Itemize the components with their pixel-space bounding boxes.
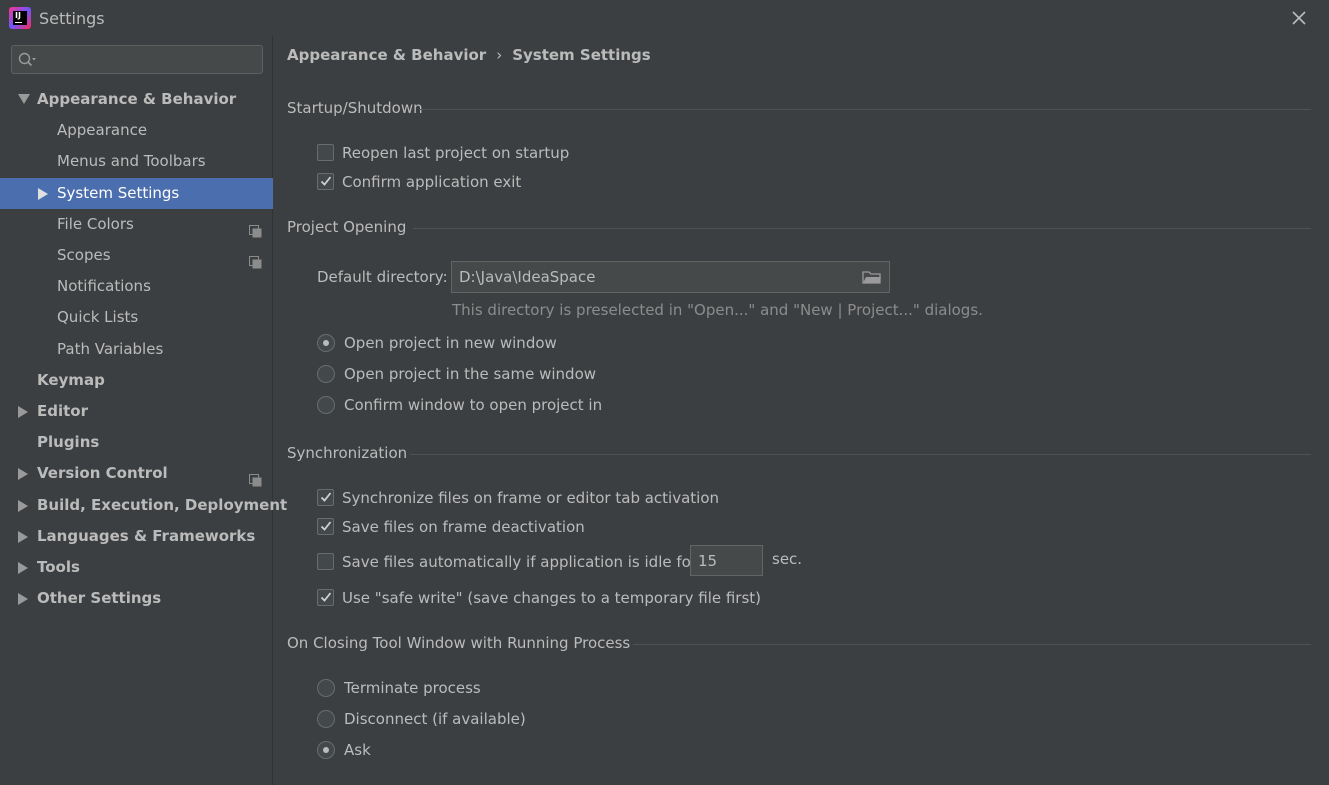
project-level-copy-icon: [249, 218, 262, 238]
sidebar-item-label: Notifications: [57, 277, 151, 296]
project-level-copy-icon: [249, 467, 262, 487]
checkmark-icon: [320, 492, 332, 502]
checkmark-icon: [320, 521, 332, 531]
sidebar-item-label: Version Control: [37, 464, 168, 483]
default-directory-hint: This directory is preselected in "Open..…: [452, 301, 983, 319]
sidebar-item-label: Path Variables: [57, 339, 164, 358]
confirm-exit-checkbox[interactable]: [317, 173, 334, 190]
sidebar-item-file-colors[interactable]: File Colors: [0, 209, 273, 240]
sidebar-item-label: File Colors: [57, 214, 134, 233]
search-icon: [18, 52, 36, 67]
sidebar-item-other-settings[interactable]: Other Settings: [0, 583, 273, 614]
checkmark-icon: [320, 176, 332, 186]
open-same-window-radio[interactable]: [317, 365, 335, 383]
section-divider: [413, 228, 1311, 229]
breadcrumb-parent[interactable]: Appearance & Behavior: [287, 46, 486, 64]
sidebar-item-label: Build, Execution, Deployment: [37, 495, 288, 514]
sidebar-item-build-execution-deployment[interactable]: Build, Execution, Deployment: [0, 490, 287, 521]
reopen-checkbox[interactable]: [317, 144, 334, 161]
sidebar-item-system-settings[interactable]: System Settings: [0, 177, 273, 209]
section-title-project-opening: Project Opening: [287, 218, 407, 236]
sync-activation-checkbox[interactable]: [317, 489, 334, 506]
section-title-synchronization: Synchronization: [287, 444, 408, 462]
section-divider: [633, 644, 1311, 645]
breadcrumb-separator: ›: [496, 46, 503, 64]
safe-write-checkbox[interactable]: [317, 589, 334, 606]
expand-arrow-right-icon[interactable]: [18, 396, 30, 427]
sidebar-item-appearance[interactable]: Appearance: [0, 115, 273, 146]
ask-radio[interactable]: [317, 741, 335, 759]
expand-arrow-right-icon[interactable]: [18, 521, 30, 552]
sidebar-item-quick-lists[interactable]: Quick Lists: [0, 302, 273, 333]
title-bar: IJ Settings: [0, 0, 1329, 36]
sidebar-item-label: Other Settings: [37, 589, 162, 608]
sidebar-item-label: System Settings: [57, 183, 180, 202]
folder-icon[interactable]: [862, 269, 882, 285]
sidebar-item-label: Keymap: [37, 370, 105, 389]
disconnect-radio[interactable]: [317, 710, 335, 728]
sidebar-item-label: Menus and Toolbars: [57, 152, 206, 171]
sidebar-item-path-variables[interactable]: Path Variables: [0, 334, 273, 365]
section-divider: [410, 454, 1311, 455]
sidebar-item-label: Languages & Frameworks: [37, 526, 256, 545]
search-input[interactable]: [46, 48, 256, 71]
sidebar-item-label: Quick Lists: [57, 308, 139, 327]
settings-sidebar: Appearance & Behavior Appearance Menus and…: [0, 36, 287, 785]
sidebar-item-appearance-behavior[interactable]: Appearance & Behavior: [0, 84, 273, 115]
section-title-closing-tool-window: On Closing Tool Window with Running Proc…: [287, 634, 631, 652]
radio-dot: [323, 340, 329, 346]
terminate-radio[interactable]: [317, 679, 335, 697]
sidebar-item-tools[interactable]: Tools: [0, 552, 273, 583]
expand-arrow-right-icon[interactable]: [18, 552, 30, 583]
sidebar-item-label: Editor: [37, 402, 88, 420]
save-deactivation-checkbox[interactable]: [317, 518, 334, 535]
close-icon: [1292, 11, 1306, 25]
breadcrumb-current: System Settings: [512, 46, 651, 64]
sidebar-item-plugins[interactable]: Plugins: [0, 427, 273, 458]
expand-arrow-right-icon[interactable]: [18, 490, 30, 521]
sidebar-item-menus-and-toolbars[interactable]: Menus and Toolbars: [0, 146, 273, 177]
default-directory-field[interactable]: [451, 261, 890, 293]
window-title: Settings: [39, 9, 105, 28]
breadcrumb: Appearance & Behavior › System Settings: [287, 46, 651, 64]
intellij-idea-icon: IJ: [9, 7, 31, 29]
radio-dot: [323, 747, 329, 753]
sidebar-item-label: Scopes: [57, 246, 111, 264]
expand-arrow-right-icon[interactable]: [38, 178, 50, 209]
sidebar-item-label: Tools: [37, 558, 80, 576]
default-directory-label: Default directory:: [317, 268, 448, 286]
sidebar-item-label: Appearance & Behavior: [37, 90, 237, 108]
sidebar-item-languages-frameworks[interactable]: Languages & Frameworks: [0, 521, 273, 552]
confirm-window-radio[interactable]: [317, 396, 335, 414]
save-idle-checkbox[interactable]: [317, 553, 334, 570]
idle-unit-label: sec.: [772, 550, 803, 568]
settings-search[interactable]: [11, 45, 263, 74]
expand-arrow-down-icon[interactable]: [18, 84, 30, 115]
open-new-window-radio[interactable]: [317, 334, 335, 352]
close-button[interactable]: [1287, 6, 1311, 30]
default-directory-input[interactable]: [459, 266, 849, 288]
sidebar-item-editor[interactable]: Editor: [0, 396, 273, 427]
section-divider: [419, 109, 1311, 110]
project-level-copy-icon: [249, 249, 262, 269]
idle-seconds-field[interactable]: [690, 545, 763, 576]
settings-content: Appearance & Behavior › System Settings St…: [273, 36, 1329, 785]
idle-seconds-input[interactable]: [698, 550, 756, 572]
sidebar-item-scopes[interactable]: Scopes: [0, 240, 273, 271]
expand-arrow-right-icon[interactable]: [18, 458, 30, 489]
checkmark-icon: [320, 592, 332, 602]
section-title-startup: Startup/Shutdown: [287, 99, 423, 117]
expand-arrow-right-icon[interactable]: [18, 583, 30, 614]
sidebar-item-label: Plugins: [37, 433, 100, 452]
sidebar-item-keymap[interactable]: Keymap: [0, 365, 273, 396]
sidebar-item-version-control[interactable]: Version Control: [0, 458, 273, 489]
sidebar-item-label: Appearance: [57, 121, 148, 140]
sidebar-item-notifications[interactable]: Notifications: [0, 271, 273, 302]
